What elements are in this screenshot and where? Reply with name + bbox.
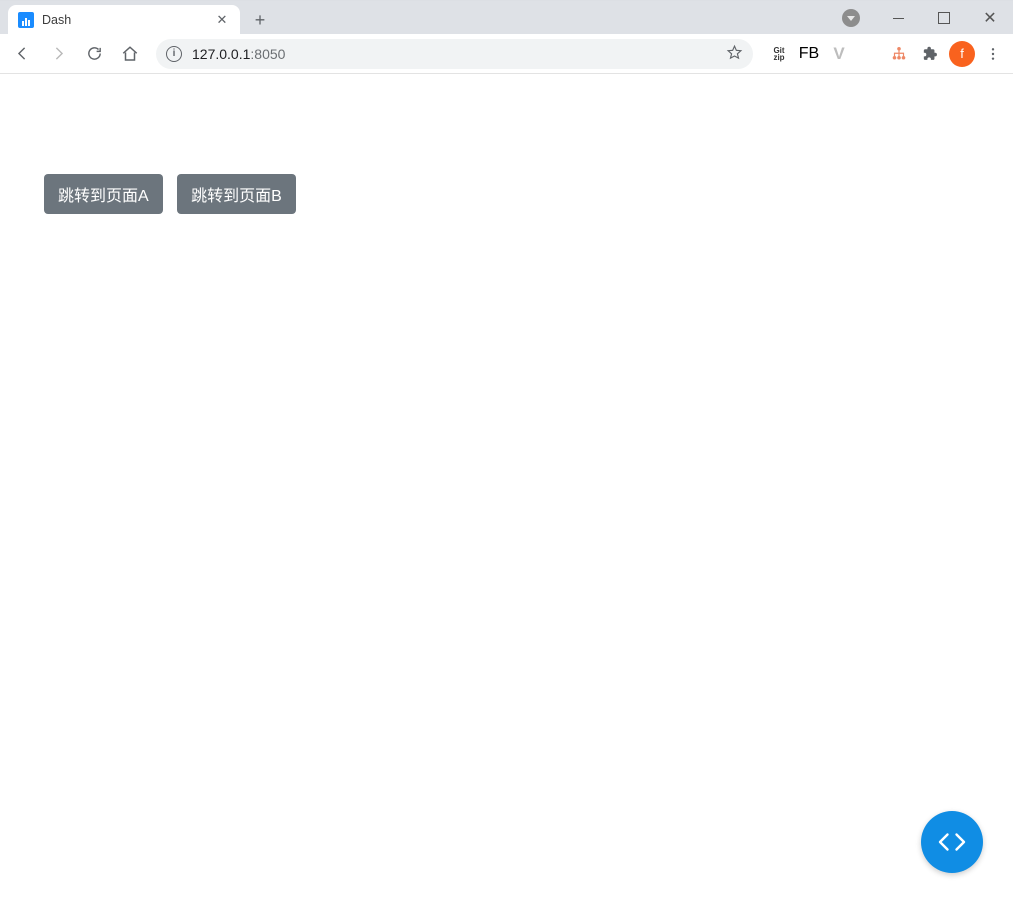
extensions-menu-icon[interactable] xyxy=(917,42,941,66)
extension-fb-icon[interactable]: FB xyxy=(797,42,821,66)
window-titlebar: Dash ✕ + ✕ xyxy=(0,0,1013,34)
url-host: 127.0.0.1 xyxy=(192,46,250,62)
code-icon xyxy=(937,830,967,854)
window-close-button[interactable]: ✕ xyxy=(967,3,1013,33)
window-maximize-button[interactable] xyxy=(921,3,967,33)
home-button[interactable] xyxy=(114,38,146,70)
extension-vue-icon[interactable]: V xyxy=(827,42,851,66)
extension-globe-icon[interactable] xyxy=(857,42,881,66)
reload-button[interactable] xyxy=(78,38,110,70)
url-port: :8050 xyxy=(250,46,285,62)
extension-icons: Git zip FB V xyxy=(767,42,941,66)
app-body: 跳转到页面A 跳转到页面B xyxy=(0,74,1013,214)
address-bar[interactable]: i 127.0.0.1:8050 xyxy=(156,39,753,69)
tab-title: Dash xyxy=(42,13,214,27)
dash-favicon xyxy=(18,12,34,28)
new-tab-button[interactable]: + xyxy=(246,6,274,34)
avatar-initial: f xyxy=(960,46,964,61)
chrome-profile-indicator-icon[interactable] xyxy=(837,4,865,32)
window-controls: ✕ xyxy=(837,1,1013,35)
extension-sitemap-icon[interactable] xyxy=(887,42,911,66)
dash-devtools-fab[interactable] xyxy=(921,811,983,873)
bookmark-star-icon[interactable] xyxy=(726,44,743,64)
close-tab-icon[interactable]: ✕ xyxy=(214,12,230,28)
browser-toolbar: i 127.0.0.1:8050 Git zip FB V f xyxy=(0,34,1013,74)
chrome-menu-icon[interactable] xyxy=(979,40,1007,68)
forward-button[interactable] xyxy=(42,38,74,70)
profile-avatar[interactable]: f xyxy=(949,41,975,67)
back-button[interactable] xyxy=(6,38,38,70)
goto-page-a-button[interactable]: 跳转到页面A xyxy=(44,174,163,214)
site-info-icon[interactable]: i xyxy=(166,46,182,62)
browser-tab[interactable]: Dash ✕ xyxy=(8,5,240,35)
window-minimize-button[interactable] xyxy=(875,3,921,33)
goto-page-b-button[interactable]: 跳转到页面B xyxy=(177,174,296,214)
page-viewport: 跳转到页面A 跳转到页面B xyxy=(0,74,1013,907)
extension-gitzip-icon[interactable]: Git zip xyxy=(767,42,791,66)
